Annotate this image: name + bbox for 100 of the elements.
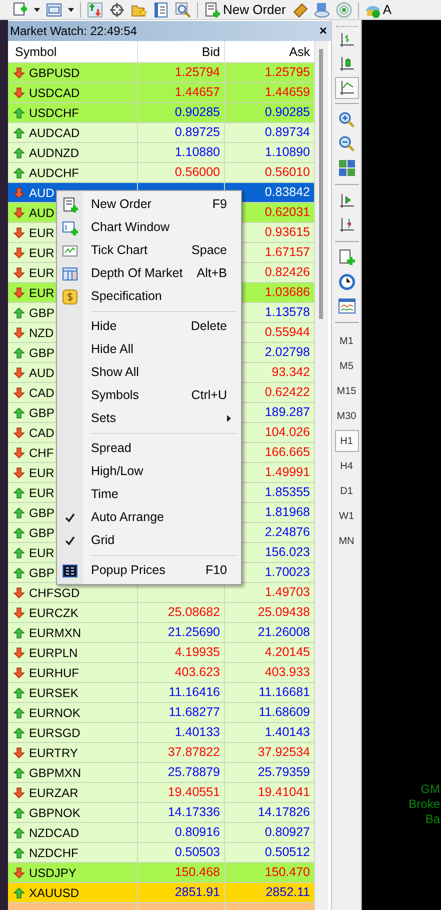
table-cell-text: 1.25795 bbox=[264, 64, 310, 82]
table-cell-text: 150.468 bbox=[174, 864, 220, 882]
chart-label: GM bbox=[420, 782, 440, 797]
table-cell-text: EURSGD bbox=[29, 724, 80, 742]
table-cell-text: 37.92534 bbox=[258, 744, 310, 762]
table-cell-text: AUD bbox=[29, 204, 54, 222]
table-cell-text: 1.49991 bbox=[264, 464, 310, 482]
table-cell-text: 1.81968 bbox=[264, 504, 310, 522]
table-cell-text: 1.70023 bbox=[264, 564, 310, 582]
table-cell-text: 19.41041 bbox=[258, 784, 310, 802]
table-cell-text: 4.20145 bbox=[264, 644, 310, 662]
table-cell-text: 403.933 bbox=[264, 664, 310, 682]
table-cell-text: EUR bbox=[29, 544, 54, 562]
table-cell-text: GBP bbox=[29, 564, 54, 582]
table-cell-text: 1.44659 bbox=[264, 84, 310, 102]
table-cell-text: 11.68609 bbox=[258, 704, 310, 722]
table-cell-text: 1.44657 bbox=[174, 84, 220, 102]
table-cell-text: EUR bbox=[29, 224, 54, 242]
table-cell-text: CAD bbox=[29, 384, 54, 402]
table-cell-text: GBPNOK bbox=[29, 804, 80, 822]
table-cell-text: 150.470 bbox=[264, 864, 310, 882]
table-cell-text: 0.56010 bbox=[264, 164, 310, 182]
table-cell-text: EURCZK bbox=[29, 604, 78, 622]
table-cell-text: 25.79359 bbox=[258, 764, 310, 782]
table-cell-text: 0.83842 bbox=[264, 184, 310, 202]
panel-title: Market Watch: 22:49:54 bbox=[9, 23, 137, 40]
table-cell-text: 25.08682 bbox=[168, 604, 220, 622]
table-cell-text: 1.03686 bbox=[264, 284, 310, 302]
table-cell-text: 189.287 bbox=[264, 404, 310, 422]
table-cell-text: EURZAR bbox=[29, 784, 78, 802]
table-cell-text: 1.40143 bbox=[264, 724, 310, 742]
table-cell-text: EURNOK bbox=[29, 704, 80, 722]
table-cell-text: 14.17826 bbox=[258, 804, 310, 822]
table-cell-text: EURTRY bbox=[29, 744, 78, 762]
table-cell-text: 0.80927 bbox=[264, 824, 310, 842]
table-cell-text: AUDCHF bbox=[29, 164, 79, 182]
table-cell-text: 0.82426 bbox=[264, 264, 310, 282]
table-cell-text: 0.56000 bbox=[174, 164, 220, 182]
table-cell-text: 0.50512 bbox=[264, 844, 310, 862]
table-cell-text: AUDNZD bbox=[29, 144, 79, 162]
table-cell-text: 0.50503 bbox=[174, 844, 220, 862]
table-cell-text: GBP bbox=[29, 504, 54, 522]
table-cell-text: 1.40133 bbox=[174, 724, 220, 742]
table-cell-text: 156.023 bbox=[264, 544, 310, 562]
table-cell-text: GBP bbox=[29, 404, 54, 422]
table-cell-text: 1.67157 bbox=[264, 244, 310, 262]
table-cell-text: EUR bbox=[29, 244, 54, 262]
table-cell-text: 37.87822 bbox=[168, 744, 220, 762]
table-cell-text: GBP bbox=[29, 524, 54, 542]
table-cell-text: EUR bbox=[29, 464, 54, 482]
table-cell-text: EURPLN bbox=[29, 644, 78, 662]
table-cell-text: 14.17336 bbox=[168, 804, 220, 822]
table-cell-text: GBP bbox=[29, 344, 54, 362]
table-cell-text: EUR bbox=[29, 284, 54, 302]
table-cell-text: 166.665 bbox=[264, 444, 310, 462]
table-cell-text: GBPMXN bbox=[29, 764, 82, 782]
table-cell-text: 0.89725 bbox=[174, 124, 220, 142]
table-cell-text: CHFSGD bbox=[29, 584, 80, 602]
table-cell-text: 0.62031 bbox=[264, 204, 310, 222]
table-cell-text: CAD bbox=[29, 424, 54, 442]
table-cell-text: 19.40551 bbox=[168, 784, 220, 802]
table-cell-text: EUR bbox=[29, 484, 54, 502]
table-cell-text: NZDCAD bbox=[29, 824, 79, 842]
chart-label: Ba bbox=[425, 812, 440, 827]
table-cell-text: 1.49703 bbox=[264, 584, 310, 602]
table-cell-text: AUD bbox=[29, 184, 54, 202]
table-cell-text: CHF bbox=[29, 444, 54, 462]
table-cell-text: 1.13578 bbox=[264, 304, 310, 322]
table-cell-text: USDCAD bbox=[29, 84, 80, 102]
table-cell-text: 0.80916 bbox=[174, 824, 220, 842]
table-cell-text: USDCHF bbox=[29, 104, 79, 122]
table-cell-text: AUDCAD bbox=[29, 124, 80, 142]
table-cell-text: GBPUSD bbox=[29, 64, 80, 82]
table-cell-text: 403.623 bbox=[174, 664, 220, 682]
table-cell-text: 0.62422 bbox=[264, 384, 310, 402]
table-cell-text: 2852.11 bbox=[266, 884, 310, 902]
table-cell-text: 21.25690 bbox=[168, 624, 220, 642]
table-cell-text: 25.09438 bbox=[258, 604, 310, 622]
table-cell-text: 93.342 bbox=[272, 364, 310, 382]
table-cell-text: XAUUSD bbox=[29, 884, 80, 902]
table-cell-text: 11.16416 bbox=[168, 684, 220, 702]
chart-label: Broke bbox=[408, 797, 440, 812]
table-cell-text: 21.26008 bbox=[258, 624, 310, 642]
table-cell-text: 4.19935 bbox=[174, 644, 220, 662]
table-cell-text: 2.24876 bbox=[264, 524, 310, 542]
table-cell-text: 25.78879 bbox=[168, 764, 220, 782]
table-cell-text: EUR bbox=[29, 264, 54, 282]
table-cell-text: 1.25794 bbox=[174, 64, 220, 82]
table-cell-text: AUD bbox=[29, 364, 54, 382]
table-cell-text: 11.16681 bbox=[258, 684, 310, 702]
table-cell-text: 0.89734 bbox=[264, 124, 310, 142]
table-cell-text: EURHUF bbox=[29, 664, 79, 682]
table-cell-text: 1.85355 bbox=[264, 484, 310, 502]
table-cell-text: 1.10880 bbox=[174, 144, 220, 162]
table-cell-text: EURSEK bbox=[29, 684, 78, 702]
table-cell-text: 104.026 bbox=[264, 424, 310, 442]
table-cell-text: EURMXN bbox=[29, 624, 82, 642]
table-cell-text: 1.10890 bbox=[264, 144, 310, 162]
table-cell-text: 11.68277 bbox=[168, 704, 220, 722]
table-cell-text: 0.55944 bbox=[264, 324, 310, 342]
